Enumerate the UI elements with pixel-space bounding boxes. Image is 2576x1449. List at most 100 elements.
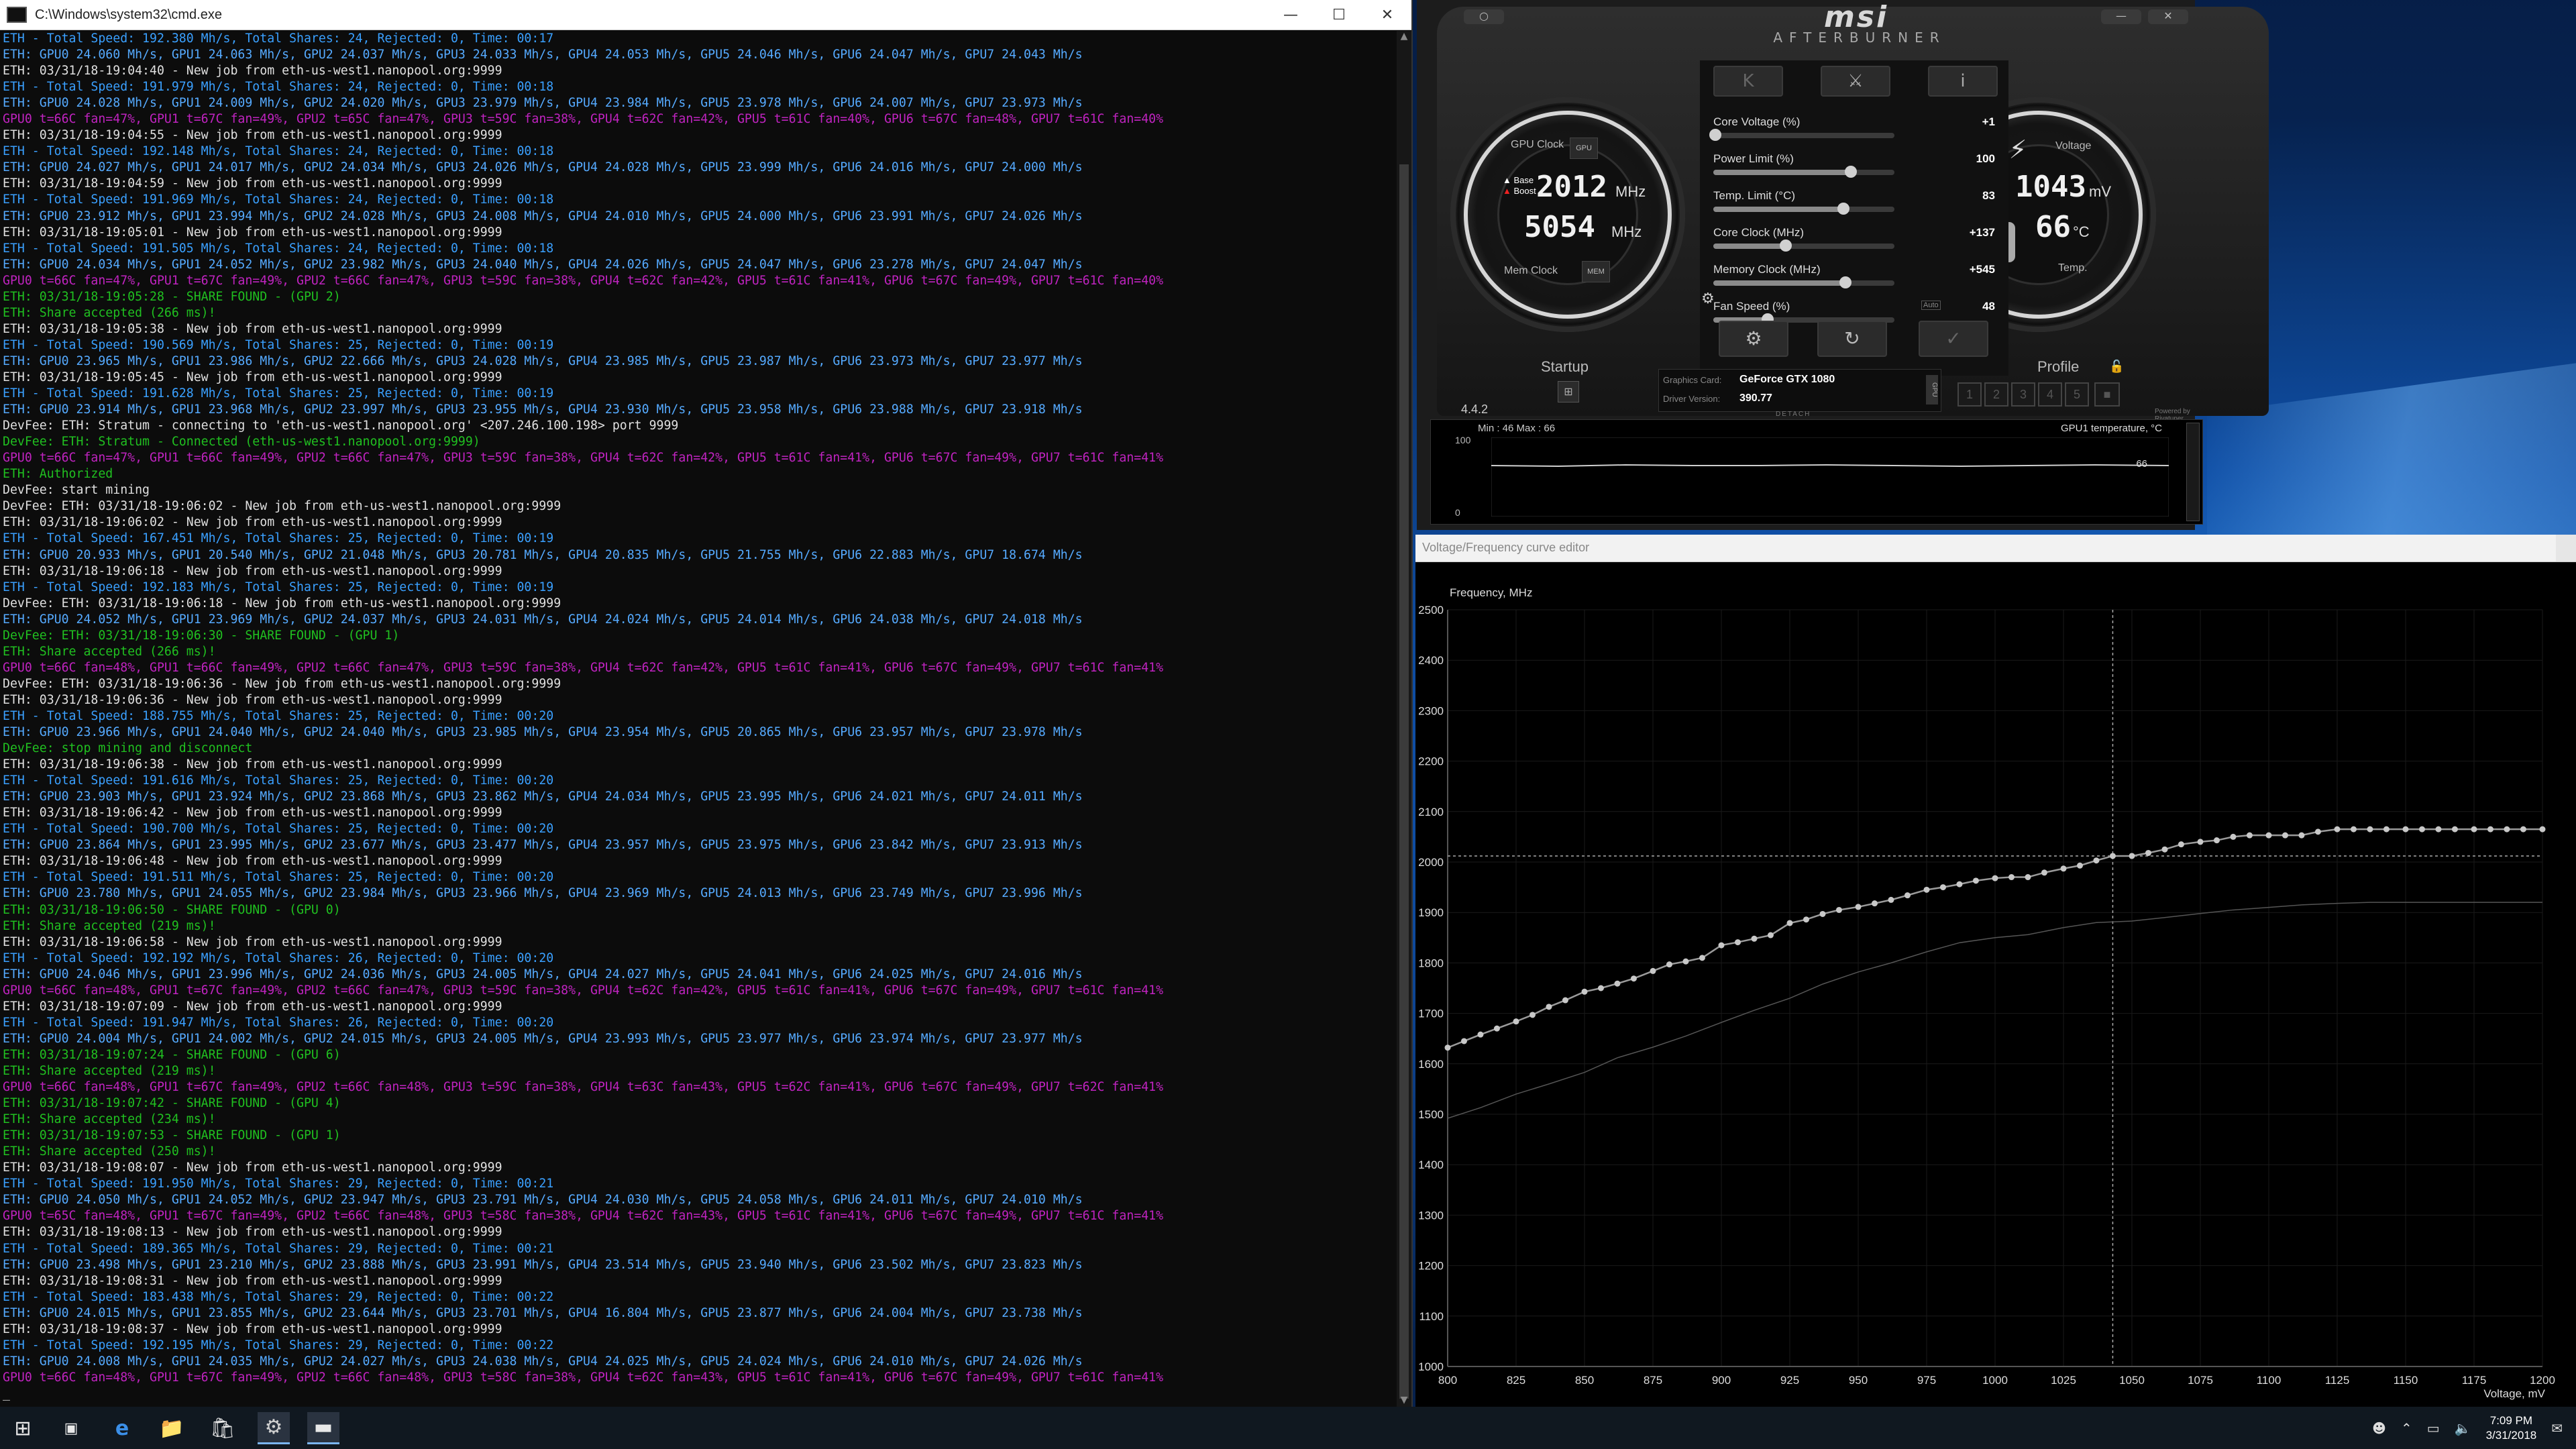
notifications-icon[interactable]: ✉ [2551,1420,2563,1436]
console-line: ETH - Total Speed: 191.969 Mh/s, Total S… [3,193,554,207]
afterburner-taskbar-icon[interactable]: ⚙ [258,1412,290,1444]
startup-windows-icon[interactable]: ⊞ [1558,381,1579,402]
console-line: ETH: GPU0 24.060 Mh/s, GPU1 24.063 Mh/s,… [3,48,1083,62]
vf-curve-chart[interactable]: 1000 1100 1200 1300 1400 1500 1600 1700 1800 1900… [1415,561,2576,1407]
slider-track[interactable] [1713,276,1894,288]
slider-row[interactable]: Memory Clock (MHz) +545 [1713,263,1995,290]
info-button[interactable]: i [1928,66,1998,97]
cmd-window[interactable]: C:\Windows\system32\cmd.exe — ☐ ✕ ETH - … [0,0,1413,1407]
y-tick-label: 1700 [1418,1008,1444,1020]
vf-titlebar[interactable]: Voltage/Frequency curve editor [1415,535,2576,562]
vf-curve-point [2504,826,2510,833]
profile-slot[interactable]: 4 [2038,382,2062,407]
cmd-output[interactable]: ETH - Total Speed: 192.380 Mh/s, Total S… [3,31,1393,1407]
show-hidden-icons-chevron-icon[interactable]: ⌃ [2401,1420,2412,1436]
file-explorer-icon[interactable]: 📁 [156,1412,188,1444]
slider-knob[interactable] [1837,203,1850,215]
slider-row[interactable]: Core Clock (MHz) +137 [1713,226,1995,253]
monitor-scrollbar[interactable] [2186,423,2200,521]
cmd-scrollbar[interactable]: ▲ ▼ [1397,31,1411,1407]
x-tick-label: 1200 [2530,1374,2555,1387]
voltage-unit: mV [2089,183,2111,200]
people-icon[interactable]: ☻ [2372,1420,2386,1436]
memory-chip-icon: MEM [1582,261,1610,282]
detach-button[interactable]: DETACH [1776,411,1811,418]
afterburner-logo: AFTERBURNER [1773,30,1946,46]
cmd-titlebar[interactable]: C:\Windows\system32\cmd.exe — ☐ ✕ [0,0,1411,30]
task-view-icon[interactable]: ▣ [55,1412,87,1444]
profile-slot[interactable]: 5 [2065,382,2089,407]
afterburner-mode-button[interactable]: ⚔ [1821,66,1890,97]
afterburner-window[interactable]: ○ — ✕ msi AFTERBURNER GPU Clock GPU ▲ Ba… [1417,0,2269,530]
hardware-monitor[interactable]: Min : 46 Max : 66 GPU1 temperature, °C 1… [1430,419,2203,525]
slider-value: +545 [1969,263,1995,276]
slider-track[interactable] [1713,203,1894,215]
slider-fill [1713,207,1844,212]
close-button[interactable]: ✕ [1363,0,1411,30]
fan-auto-toggle[interactable]: Auto [1921,301,1941,310]
y-axis-label: Frequency, MHz [1450,586,1532,599]
scroll-thumb[interactable] [1399,164,1409,1399]
afterburner-close-button[interactable]: ✕ [2148,9,2188,24]
vf-curve-editor-window[interactable]: Voltage/Frequency curve editor 1000 1100 1… [1415,535,2576,1407]
start-windows-icon[interactable]: ⊞ [7,1412,39,1444]
profile-slot[interactable]: 3 [2011,382,2035,407]
store-icon[interactable]: 🛍 [207,1412,239,1444]
vf-curve-point [2093,857,2100,864]
vf-title: Voltage/Frequency curve editor [1422,541,1590,554]
slider-knob[interactable] [1839,276,1852,288]
vf-curve-point [2435,826,2442,833]
slider-knob[interactable] [1709,129,1721,141]
console-line: ETH - Total Speed: 167.451 Mh/s, Total S… [3,531,554,546]
vf-curve-point [1546,1004,1552,1010]
profile-lock-icon[interactable]: 🔓 [2109,360,2124,374]
console-line: ETH - Total Speed: 192.192 Mh/s, Total S… [3,951,554,965]
vf-curve-point [1786,920,1793,926]
fan-settings-icon[interactable]: ⚙ [1701,290,1715,307]
edge-icon[interactable]: e [106,1412,138,1444]
gpu-selector-button[interactable]: GPU [1926,375,1938,405]
mem-clock-value: 5054 [1524,210,1595,244]
y-tick-label: 1500 [1418,1108,1444,1121]
minimize-button[interactable]: — [1267,0,1315,30]
cmd-taskbar-icon[interactable]: ▬ [307,1412,339,1444]
clock[interactable]: 7:09 PM 3/31/2018 [2486,1413,2537,1443]
x-tick-label: 900 [1712,1374,1731,1387]
y-tick-label: 1100 [1419,1310,1444,1323]
y-tick-label: 2300 [1418,704,1444,717]
console-line: DevFee: start mining [3,483,150,498]
slider-knob[interactable] [1845,166,1858,178]
oc-scanner-button[interactable]: K [1713,66,1783,97]
profile-slot[interactable]: 1 [1957,382,1982,407]
scroll-up-icon[interactable]: ▲ [1397,31,1411,43]
settings-button[interactable]: ⚙ [1719,321,1788,357]
slider-track[interactable] [1713,239,1894,252]
slider-value: 83 [1982,189,1995,202]
profile-save-icon[interactable]: ■ [2094,382,2120,407]
vf-curve-point [1581,988,1588,995]
vf-curve-point [2383,826,2390,833]
console-line: ETH: 03/31/18-19:07:53 - SHARE FOUND - (… [3,1128,341,1143]
scroll-down-icon[interactable]: ▼ [1397,1395,1411,1407]
vf-close-button[interactable] [2556,535,2576,561]
afterburner-minimize-button[interactable]: — [2101,9,2141,24]
monitor-min-max: Min : 46 Max : 66 [1478,423,1556,434]
maximize-button[interactable]: ☐ [1315,0,1363,30]
network-icon[interactable]: ▭ [2427,1420,2440,1436]
slider-track[interactable] [1713,166,1894,178]
vf-curve-point [1650,967,1656,974]
slider-value: +1 [1982,115,1995,128]
slider-row[interactable]: Core Voltage (%) +1 [1709,115,1995,142]
driver-value: 390.77 [1739,392,1772,404]
reset-button[interactable]: ↻ [1817,321,1887,357]
volume-icon[interactable]: 🔈 [2455,1420,2471,1436]
slider-row[interactable]: Temp. Limit (°C) 83 [1713,189,1995,216]
slider-knob[interactable] [1780,239,1792,252]
afterburner-mini-left-button[interactable]: ○ [1464,9,1504,24]
apply-button[interactable]: ✓ [1919,321,1988,357]
slider-row[interactable]: Power Limit (%) 100 [1713,152,1995,179]
profile-slot[interactable]: 2 [1984,382,2008,407]
x-tick-label: 1075 [2188,1374,2213,1387]
console-line: ETH: 03/31/18-19:05:28 - SHARE FOUND - (… [3,289,341,304]
slider-track[interactable] [1709,129,1894,141]
